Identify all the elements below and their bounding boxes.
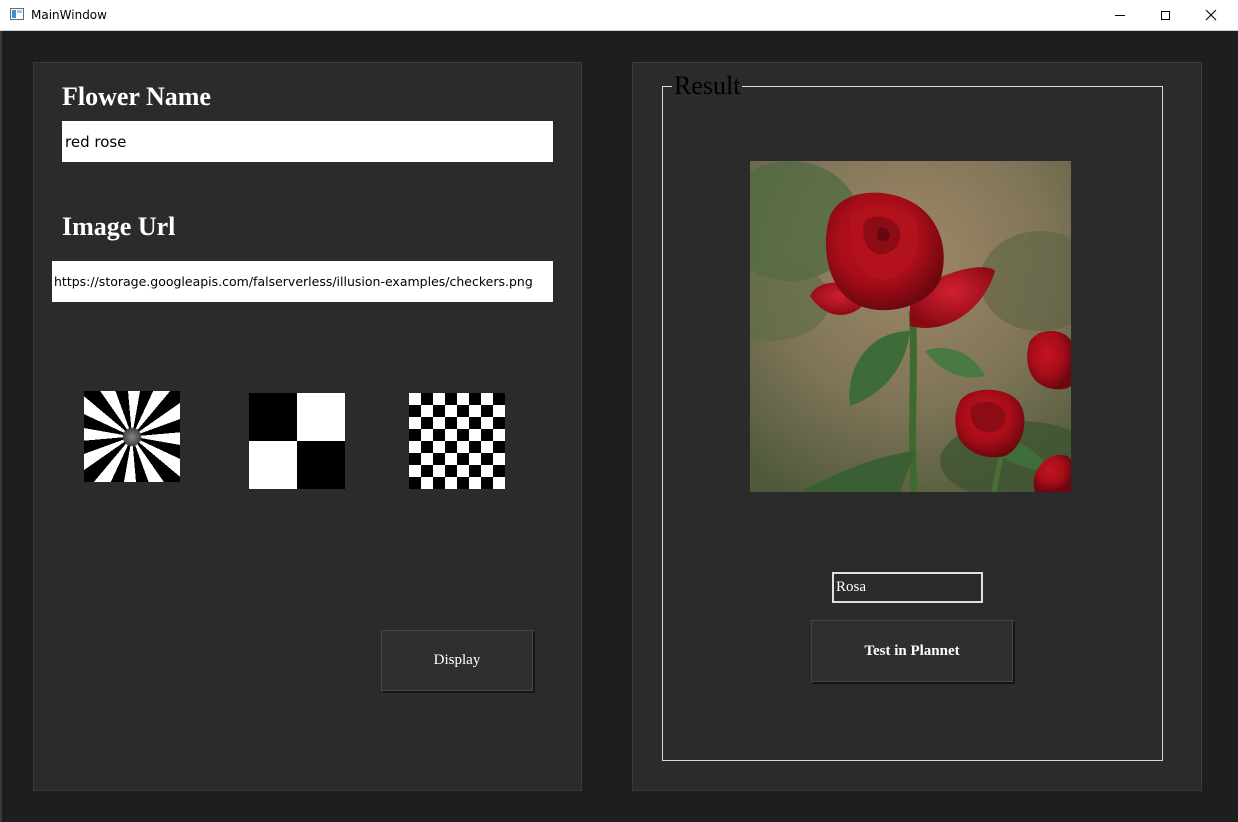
image-url-input[interactable] <box>52 261 553 302</box>
app-window-icon <box>10 8 24 20</box>
result-image <box>750 161 1071 492</box>
minimize-icon <box>1115 14 1125 16</box>
rose-illustration <box>750 161 1071 492</box>
title-bar: MainWindow <box>0 0 1238 31</box>
maximize-button[interactable] <box>1142 0 1188 30</box>
small-checkers-thumbnail[interactable] <box>409 393 505 489</box>
flower-name-label: Flower Name <box>62 82 211 111</box>
flower-name-input[interactable] <box>62 121 553 162</box>
close-button[interactable] <box>1188 0 1234 30</box>
result-name-field[interactable] <box>832 572 983 603</box>
large-checkers-thumbnail[interactable] <box>249 393 345 489</box>
result-groupbox-title: Result <box>672 71 743 101</box>
spiral-thumbnail[interactable] <box>84 391 180 482</box>
test-in-plannet-button[interactable]: Test in Plannet <box>812 621 1012 681</box>
window-title: MainWindow <box>31 8 107 22</box>
window-edge <box>0 31 2 822</box>
image-url-label: Image Url <box>62 212 176 241</box>
minimize-button[interactable] <box>1097 0 1143 30</box>
maximize-icon <box>1160 10 1170 20</box>
close-icon <box>1205 9 1217 21</box>
display-button[interactable]: Display <box>382 631 532 690</box>
